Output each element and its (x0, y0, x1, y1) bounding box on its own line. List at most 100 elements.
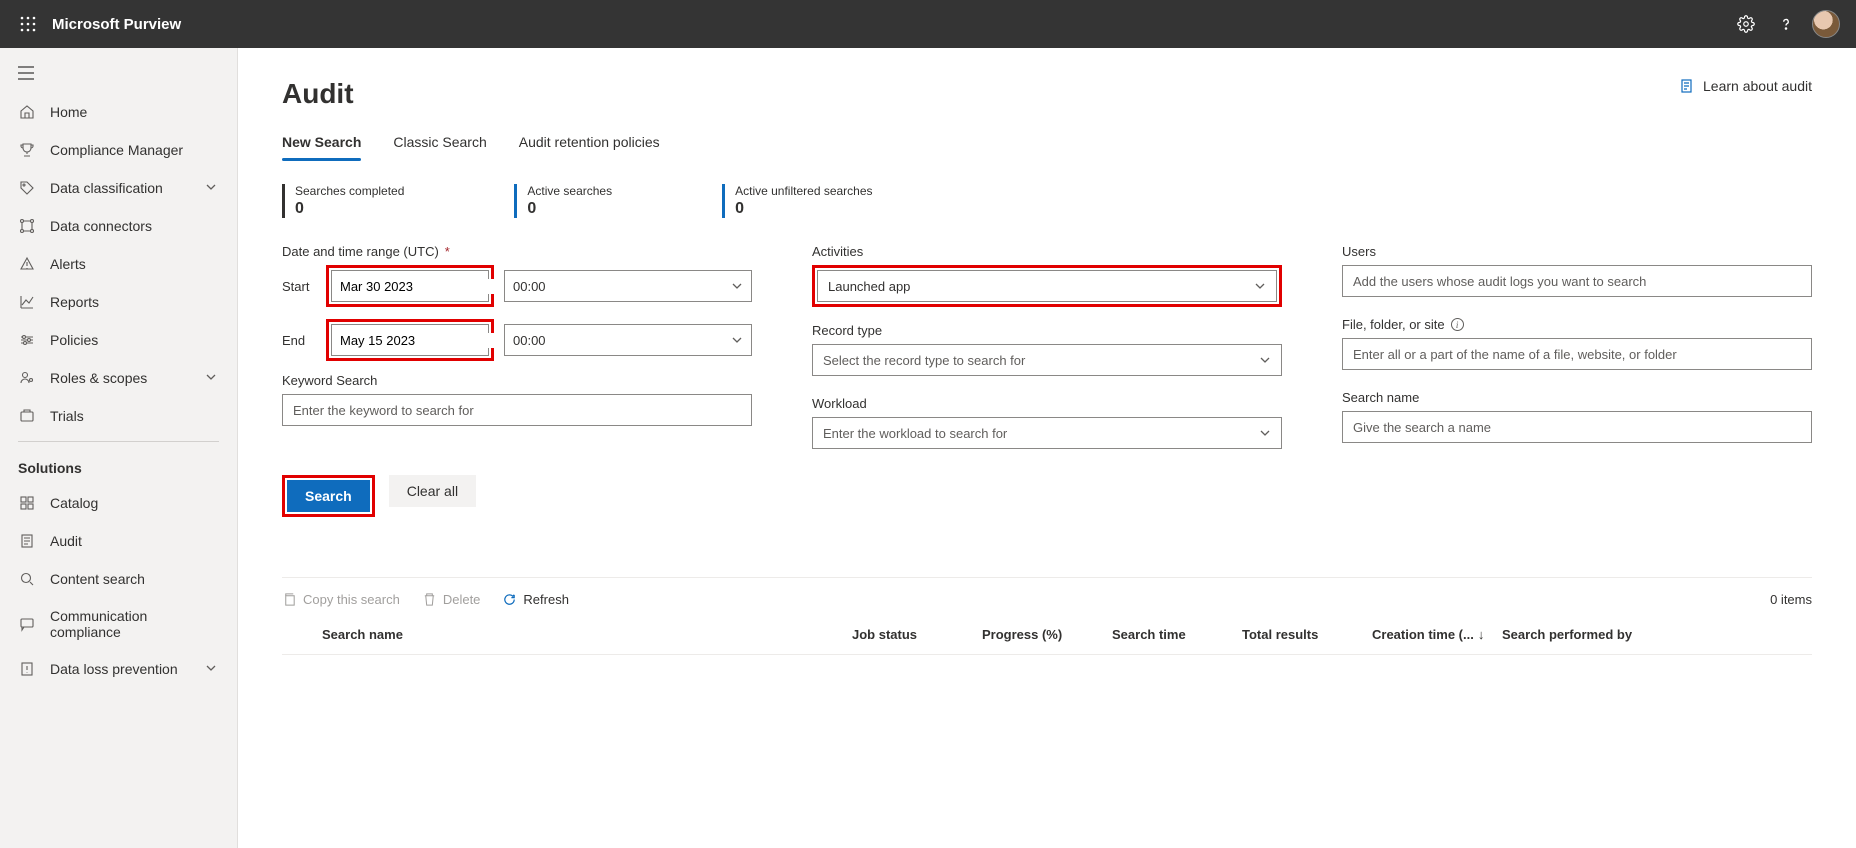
dlp-icon (18, 660, 36, 678)
info-icon[interactable]: i (1451, 318, 1464, 331)
sidebar-item-roles-scopes[interactable]: Roles & scopes (0, 359, 237, 397)
end-label: End (282, 333, 316, 348)
end-date-field[interactable] (332, 333, 524, 348)
start-date-field[interactable] (332, 279, 524, 294)
hamburger-icon[interactable] (0, 56, 237, 93)
connector-icon (18, 217, 36, 235)
sidebar-item-label: Catalog (50, 495, 219, 511)
end-time-value: 00:00 (513, 333, 731, 348)
activities-dropdown[interactable]: Launched app (817, 270, 1277, 302)
sidebar-item-label: Trials (50, 408, 219, 424)
results-command-bar: Copy this search Delete Refresh 0 items (282, 577, 1812, 607)
start-label: Start (282, 279, 316, 294)
settings-icon[interactable] (1728, 6, 1764, 42)
col-total-results[interactable]: Total results (1242, 627, 1372, 642)
trophy-icon (18, 141, 36, 159)
stat-label: Active searches (527, 184, 612, 198)
sidebar-item-data-loss-prevention[interactable]: Data loss prevention (0, 650, 237, 688)
workload-placeholder: Enter the workload to search for (823, 426, 1259, 441)
start-time-dropdown[interactable]: 00:00 (504, 270, 752, 302)
sidebar-item-communication-compliance[interactable]: Communication compliance (0, 598, 237, 650)
tab-classic-search[interactable]: Classic Search (393, 128, 486, 160)
activities-label: Activities (812, 244, 1282, 259)
sidebar-item-label: Roles & scopes (50, 370, 191, 386)
workload-label: Workload (812, 396, 1282, 411)
learn-about-audit-link[interactable]: Learn about audit (1679, 78, 1812, 94)
sidebar-item-policies[interactable]: Policies (0, 321, 237, 359)
record-type-dropdown[interactable]: Select the record type to search for (812, 344, 1282, 376)
refresh-icon (502, 592, 517, 607)
sidebar-item-alerts[interactable]: Alerts (0, 245, 237, 283)
users-input[interactable] (1342, 265, 1812, 297)
delete-button: Delete (422, 592, 481, 607)
stat-value: 0 (735, 200, 872, 218)
col-job-status[interactable]: Job status (852, 627, 982, 642)
col-progress[interactable]: Progress (%) (982, 627, 1112, 642)
date-range-label: Date and time range (UTC) * (282, 244, 752, 259)
page-title: Audit (282, 78, 354, 110)
clear-all-button[interactable]: Clear all (389, 475, 476, 507)
search-name-input[interactable] (1342, 411, 1812, 443)
file-input[interactable] (1342, 338, 1812, 370)
sidebar-item-catalog[interactable]: Catalog (0, 484, 237, 522)
record-type-label: Record type (812, 323, 1282, 338)
doc-icon (1679, 78, 1695, 94)
sidebar-item-label: Content search (50, 571, 219, 587)
activities-value: Launched app (828, 279, 1254, 294)
start-time-value: 00:00 (513, 279, 731, 294)
workload-dropdown[interactable]: Enter the workload to search for (812, 417, 1282, 449)
learn-label: Learn about audit (1703, 78, 1812, 94)
end-date-input[interactable] (331, 324, 489, 356)
chevron-down-icon (731, 280, 743, 292)
chevron-down-icon (205, 371, 219, 386)
file-label: File, folder, or site i (1342, 317, 1812, 332)
trials-icon (18, 407, 36, 425)
chevron-down-icon (205, 662, 219, 677)
record-type-placeholder: Select the record type to search for (823, 353, 1259, 368)
tab-audit-retention-policies[interactable]: Audit retention policies (519, 128, 660, 160)
roles-icon (18, 369, 36, 387)
chevron-down-icon (731, 334, 743, 346)
tabs: New Search Classic Search Audit retentio… (282, 128, 1812, 160)
stat-label: Active unfiltered searches (735, 184, 872, 198)
end-time-dropdown[interactable]: 00:00 (504, 324, 752, 356)
sidebar-item-label: Data loss prevention (50, 661, 191, 677)
keyword-input[interactable] (282, 394, 752, 426)
sidebar-item-data-connectors[interactable]: Data connectors (0, 207, 237, 245)
col-search-name[interactable]: Search name (322, 627, 852, 642)
search-icon (18, 570, 36, 588)
top-bar: Microsoft Purview (0, 0, 1856, 48)
app-launcher-icon[interactable] (16, 12, 40, 36)
trash-icon (422, 592, 437, 607)
col-search-time[interactable]: Search time (1112, 627, 1242, 642)
col-creation-time[interactable]: Creation time (...↓ (1372, 627, 1502, 642)
policies-icon (18, 331, 36, 349)
items-count: 0 items (1770, 592, 1812, 607)
sidebar-item-label: Compliance Manager (50, 142, 219, 158)
chevron-down-icon (1259, 427, 1271, 439)
help-icon[interactable] (1768, 6, 1804, 42)
start-date-input[interactable] (331, 270, 489, 302)
sidebar-item-reports[interactable]: Reports (0, 283, 237, 321)
alert-icon (18, 255, 36, 273)
sort-desc-icon: ↓ (1478, 627, 1485, 642)
tab-new-search[interactable]: New Search (282, 128, 361, 160)
copy-search-button: Copy this search (282, 592, 400, 607)
sidebar-item-audit[interactable]: Audit (0, 522, 237, 560)
sidebar-item-home[interactable]: Home (0, 93, 237, 131)
highlight-activities: Launched app (812, 265, 1282, 307)
refresh-button[interactable]: Refresh (502, 592, 569, 607)
sidebar-item-content-search[interactable]: Content search (0, 560, 237, 598)
audit-icon (18, 532, 36, 550)
home-icon (18, 103, 36, 121)
sidebar-item-compliance-manager[interactable]: Compliance Manager (0, 131, 237, 169)
avatar[interactable] (1812, 10, 1840, 38)
col-performed-by[interactable]: Search performed by (1502, 627, 1702, 642)
stats-row: Searches completed 0 Active searches 0 A… (282, 184, 1812, 218)
search-name-label: Search name (1342, 390, 1812, 405)
app-title: Microsoft Purview (52, 16, 181, 33)
sidebar-item-label: Reports (50, 294, 219, 310)
sidebar-item-trials[interactable]: Trials (0, 397, 237, 435)
sidebar-item-data-classification[interactable]: Data classification (0, 169, 237, 207)
search-button[interactable]: Search (287, 480, 370, 512)
